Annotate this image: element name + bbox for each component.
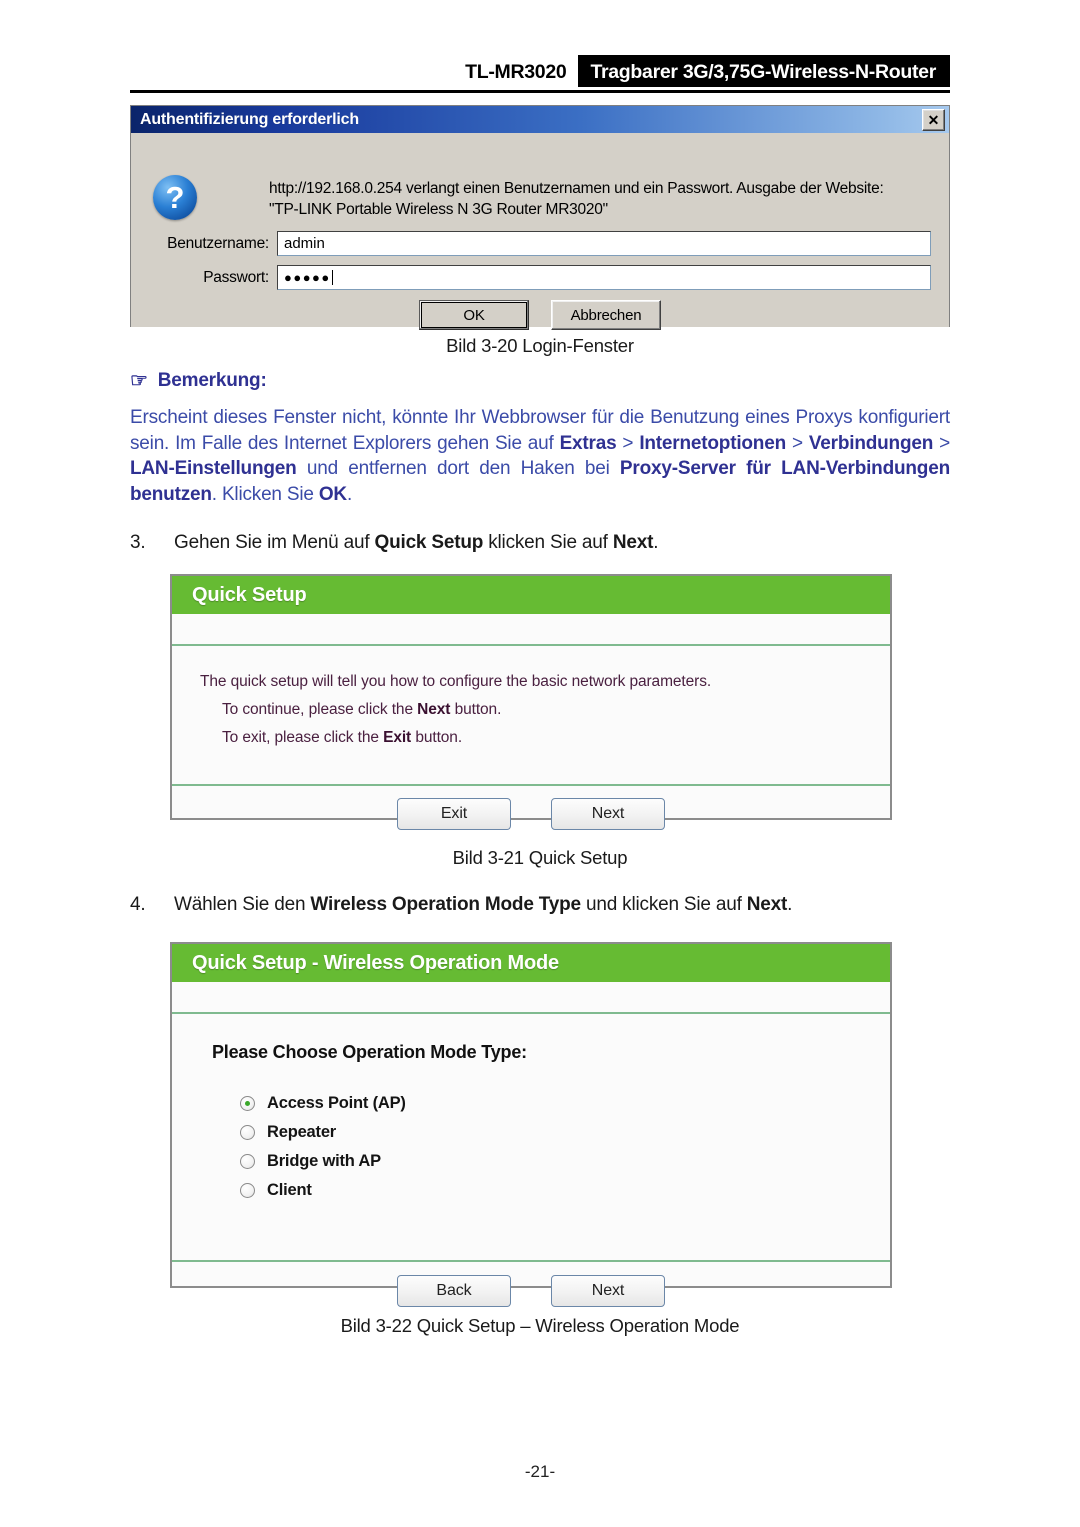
- note-body: Erscheint dieses Fenster nicht, könnte I…: [130, 407, 950, 505]
- authentication-dialog: Authentifizierung erforderlich ✕ ? http:…: [130, 105, 950, 330]
- header-rule: [130, 90, 950, 93]
- quick-setup-line-1: To continue, please click the Next butto…: [222, 701, 502, 718]
- username-input[interactable]: admin: [277, 231, 931, 256]
- step-3-text: Gehen Sie im Menü auf Quick Setup klicke…: [174, 532, 659, 553]
- quick-setup-panel: Quick Setup The quick setup will tell yo…: [170, 574, 892, 830]
- ok-button[interactable]: OK: [419, 300, 529, 330]
- page-number: -21-: [524, 1462, 556, 1481]
- cancel-button[interactable]: Abbrechen: [551, 300, 661, 330]
- radio-label: Client: [267, 1181, 312, 1199]
- pointing-hand-icon: ☞: [130, 370, 148, 392]
- dialog-titlebar: Authentifizierung erforderlich ✕: [131, 106, 949, 133]
- username-row: Benutzername: admin: [153, 231, 931, 256]
- dialog-button-row: OK Abbrechen: [131, 300, 949, 330]
- quick-setup-line-2: To exit, please click the Exit button.: [222, 729, 463, 746]
- document-page: TL-MR3020 Tragbarer 3G/3,75G-Wireless-N-…: [0, 0, 1080, 1527]
- next-button[interactable]: Next: [551, 1275, 665, 1307]
- header-model-name: TL-MR3020: [455, 55, 579, 87]
- radio-option-repeater[interactable]: Repeater: [240, 1118, 890, 1147]
- next-button[interactable]: Next: [551, 798, 665, 830]
- password-label: Passwort:: [203, 268, 269, 286]
- radio-option-access-point[interactable]: Access Point (AP): [240, 1089, 890, 1118]
- caption-bild-3-21: Bild 3-21 Quick Setup: [452, 847, 628, 868]
- running-header: TL-MR3020 Tragbarer 3G/3,75G-Wireless-N-…: [130, 55, 950, 93]
- quick-setup-panel-content: The quick setup will tell you how to con…: [172, 646, 890, 784]
- step-4-text: Wählen Sie den Wireless Operation Mode T…: [174, 894, 793, 915]
- radio-selected-dot: [245, 1101, 250, 1106]
- step-4: 4. Wählen Sie den Wireless Operation Mod…: [130, 894, 950, 916]
- caption-bild-3-20: Bild 3-20 Login-Fenster: [446, 335, 634, 356]
- back-button[interactable]: Back: [397, 1275, 511, 1307]
- radio-icon[interactable]: [240, 1183, 255, 1198]
- dialog-message-line2: "TP-LINK Portable Wireless N 3G Router M…: [269, 201, 608, 218]
- password-value: ●●●●●: [284, 270, 331, 285]
- radio-icon[interactable]: [240, 1125, 255, 1140]
- wireless-operation-mode-panel: Quick Setup - Wireless Operation Mode Pl…: [170, 942, 892, 1307]
- dialog-title: Authentifizierung erforderlich: [140, 110, 359, 128]
- dialog-message: http://192.168.0.254 verlangt einen Benu…: [269, 178, 929, 220]
- quick-setup-line-0: The quick setup will tell you how to con…: [200, 673, 712, 690]
- radio-label: Repeater: [267, 1123, 337, 1141]
- radio-icon[interactable]: [240, 1096, 255, 1111]
- panel-subheader-strip: [172, 982, 890, 1014]
- mode-prompt-label: Please Choose Operation Mode Type:: [212, 1042, 527, 1062]
- step-3: 3. Gehen Sie im Menü auf Quick Setup kli…: [130, 532, 950, 554]
- radio-label: Access Point (AP): [267, 1094, 406, 1112]
- password-row: Passwort: ●●●●●: [153, 265, 931, 290]
- panel-subheader-strip: [172, 614, 890, 646]
- step-3-number: 3.: [130, 532, 146, 553]
- header-product-name: Tragbarer 3G/3,75G-Wireless-N-Router: [578, 55, 950, 87]
- step-4-number: 4.: [130, 894, 146, 915]
- close-icon[interactable]: ✕: [922, 109, 945, 131]
- username-label: Benutzername:: [167, 234, 269, 252]
- caption-bild-3-22: Bild 3-22 Quick Setup – Wireless Operati…: [340, 1315, 740, 1336]
- mode-panel-header: Quick Setup - Wireless Operation Mode: [172, 944, 890, 982]
- dialog-body: ? http://192.168.0.254 verlangt einen Be…: [131, 133, 949, 330]
- mode-panel-title: Quick Setup - Wireless Operation Mode: [192, 951, 559, 974]
- dialog-message-line1: http://192.168.0.254 verlangt einen Benu…: [269, 180, 884, 197]
- mode-panel-content: Please Choose Operation Mode Type: Acces…: [172, 1014, 890, 1260]
- text-caret: [331, 270, 333, 285]
- username-value: admin: [284, 235, 325, 252]
- operation-mode-radio-group: Access Point (AP) Repeater Bridge with A…: [212, 1089, 890, 1205]
- radio-label: Bridge with AP: [267, 1152, 381, 1170]
- quick-setup-panel-title: Quick Setup: [192, 583, 307, 606]
- quick-setup-panel-header: Quick Setup: [172, 576, 890, 614]
- note-heading-label: Bemerkung:: [157, 370, 267, 391]
- mode-panel-footer: Back Next: [172, 1260, 890, 1320]
- note-heading: ☞ Bemerkung:: [130, 370, 267, 392]
- password-input[interactable]: ●●●●●: [277, 265, 931, 290]
- question-icon: ?: [153, 175, 197, 220]
- quick-setup-footer: Exit Next: [172, 784, 890, 842]
- radio-icon[interactable]: [240, 1154, 255, 1169]
- radio-option-bridge-with-ap[interactable]: Bridge with AP: [240, 1147, 890, 1176]
- exit-button[interactable]: Exit: [397, 798, 511, 830]
- radio-option-client[interactable]: Client: [240, 1176, 890, 1205]
